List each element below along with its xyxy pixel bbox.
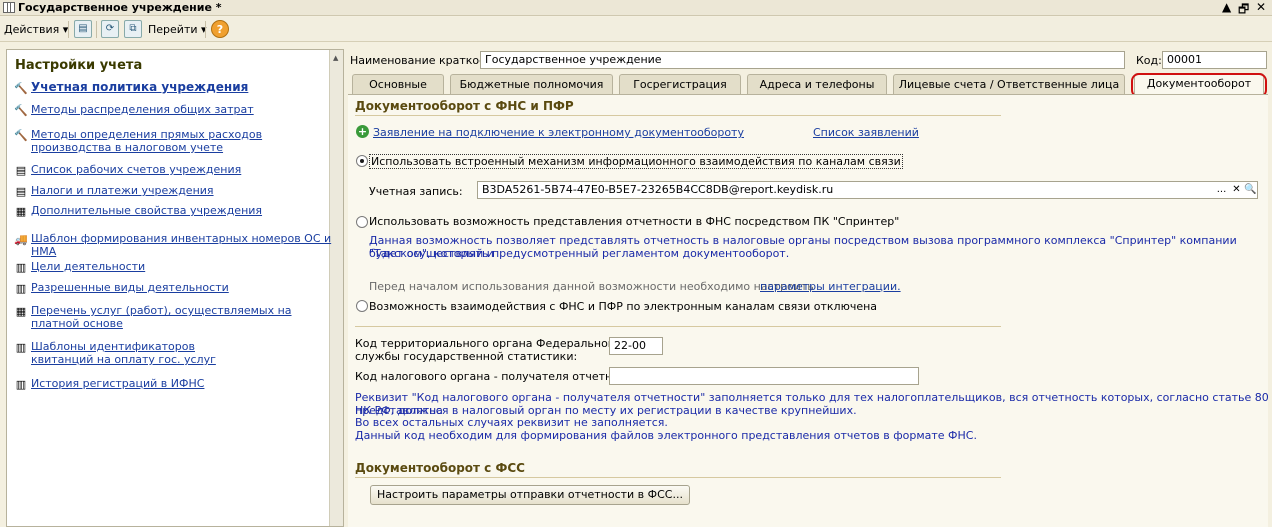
account-field[interactable]: B3DA5261-5B74-47E0-B5E7-23265B4CC8DB@rep… [477, 181, 1258, 199]
tax-code-note: Данный код необходим для формирования фа… [355, 429, 977, 442]
add-icon[interactable]: + [356, 125, 369, 138]
sidebar-scrollbar[interactable]: ▲ [329, 50, 343, 526]
sidebar-item-activities[interactable]: ▥ Разрешенные виды деятельности [13, 281, 229, 295]
applications-list-link[interactable]: Список заявлений [813, 126, 919, 139]
code-field[interactable]: 00001 [1162, 51, 1267, 69]
sidebar-item-goals[interactable]: ▥ Цели деятельности [13, 260, 145, 274]
clear-icon[interactable]: ✕ [1230, 182, 1243, 198]
code-label: Код: [1136, 54, 1162, 67]
copy-icon[interactable]: ⧉ [124, 20, 142, 38]
sidebar-item-inventory-template[interactable]: 🚚 Шаблон формирования инвентарных номеро… [13, 232, 343, 258]
list-icon: ▥ [15, 377, 27, 391]
tools-icon: 🔨 [14, 128, 28, 142]
refresh-icon[interactable]: ⟳ [101, 20, 119, 38]
select-button[interactable]: ... [1215, 182, 1228, 198]
sidebar-item-direct-costs[interactable]: 🔨 Методы определения прямых расходов про… [13, 128, 323, 154]
section-divider [355, 115, 1001, 116]
list-icon: ▥ [15, 340, 27, 354]
integration-link[interactable]: параметры интеграции. [760, 280, 901, 293]
sidebar-title: Настройки учета [15, 58, 143, 73]
sidebar-item-label[interactable]: Учетная политика учреждения [31, 81, 248, 94]
sprinter-description: будет осуществлять предусмотренный регла… [369, 247, 790, 260]
tab-main[interactable]: Основные [352, 74, 444, 94]
tax-code-field[interactable] [609, 367, 919, 385]
settings-sidebar: Настройки учета ▲ 🔨 Учетная политика учр… [6, 49, 344, 527]
help-icon[interactable]: ? [211, 20, 229, 38]
document-icon: ▤ [15, 184, 27, 198]
apply-link[interactable]: Заявление на подключение к электронному … [373, 126, 744, 139]
sidebar-item-ifns-history[interactable]: ▥ История регистраций в ИФНС [13, 377, 205, 391]
tab-addresses[interactable]: Адреса и телефоны [747, 74, 887, 94]
title-bar: Государственное учреждение * ▲ 🗗 ✕ [0, 0, 1272, 16]
territorial-code-field[interactable]: 22-00 [609, 337, 663, 355]
sidebar-item-label[interactable]: Методы распределения общих затрат [31, 103, 254, 116]
sidebar-item-label[interactable]: Список рабочих счетов учреждения [31, 163, 241, 176]
section-divider [355, 477, 1001, 478]
window-title: Государственное учреждение * [18, 1, 222, 14]
territorial-code-label: службы государственной статистики: [355, 350, 578, 363]
document-icon: ▤ [15, 163, 27, 177]
sidebar-item-label[interactable]: Методы определения прямых расходов произ… [31, 128, 323, 154]
option-disabled-label[interactable]: Возможность взаимодействия с ФНС и ПФР п… [369, 300, 877, 313]
account-label: Учетная запись: [369, 185, 463, 198]
sidebar-item-working-accounts[interactable]: ▤ Список рабочих счетов учреждения [13, 163, 241, 177]
sidebar-item-taxes[interactable]: ▤ Налоги и платежи учреждения [13, 184, 214, 198]
goto-menu[interactable]: Перейти ▾ [148, 21, 207, 38]
sidebar-item-properties[interactable]: ▦ Дополнительные свойства учреждения [13, 204, 262, 218]
sidebar-item-label[interactable]: Шаблоны идентификаторов квитанций на опл… [31, 340, 243, 366]
sidebar-item-label[interactable]: Шаблон формирования инвентарных номеров … [31, 232, 343, 258]
list-icon: ▥ [15, 281, 27, 295]
table-icon: ▦ [15, 304, 27, 318]
save-icon[interactable]: ▤ [74, 20, 92, 38]
toolbar-separator [96, 21, 97, 38]
section-title-fns: Документооборот с ФНС и ПФР [355, 99, 574, 113]
option-sprinter-label[interactable]: Использовать возможность представления о… [369, 215, 899, 228]
tab-budget[interactable]: Бюджетные полномочия [450, 74, 613, 94]
sidebar-item-label[interactable]: Дополнительные свойства учреждения [31, 204, 262, 217]
sidebar-item-label[interactable]: История регистраций в ИФНС [31, 377, 204, 390]
tools-icon: 🔨 [14, 103, 28, 117]
tax-code-label: Код налогового органа - получателя отчет… [355, 370, 643, 383]
sidebar-item-label[interactable]: Разрешенные виды деятельности [31, 281, 229, 294]
properties-icon: ▦ [15, 204, 27, 218]
sidebar-item-receipt-templates[interactable]: ▥ Шаблоны идентификаторов квитанций на о… [13, 340, 243, 366]
option-builtin-radio[interactable] [356, 155, 368, 167]
toolbar-separator [68, 21, 69, 38]
sidebar-item-label[interactable]: Налоги и платежи учреждения [31, 184, 214, 197]
sidebar-item-label[interactable]: Цели деятельности [31, 260, 145, 273]
toolbar-separator [205, 21, 206, 38]
integration-note: Перед началом использования данной возмо… [369, 280, 814, 293]
minimize-icon[interactable]: ▲ [1222, 0, 1231, 14]
scroll-up-icon[interactable]: ▲ [333, 54, 338, 62]
sidebar-item-cost-allocation[interactable]: 🔨 Методы распределения общих затрат [13, 103, 254, 117]
name-field[interactable]: Государственное учреждение [480, 51, 1125, 69]
tab-registration[interactable]: Госрегистрация [619, 74, 741, 94]
toolbar: Действия ▾ ▤ ⟳ ⧉ Перейти ▾ ? [0, 17, 1272, 42]
name-label: Наименование краткое: [350, 54, 490, 67]
actions-menu[interactable]: Действия ▾ [4, 21, 68, 38]
truck-icon: 🚚 [14, 232, 28, 246]
option-disabled-radio[interactable] [356, 300, 368, 312]
list-icon: ▥ [15, 260, 27, 274]
sidebar-item-paid-services[interactable]: ▦ Перечень услуг (работ), осуществляемых… [13, 304, 313, 330]
tax-code-note: Во всех остальных случаях реквизит не за… [355, 416, 668, 429]
option-sprinter-radio[interactable] [356, 216, 368, 228]
section-divider [355, 326, 1001, 327]
tools-icon: 🔨 [14, 81, 28, 95]
search-icon[interactable]: 🔍 [1244, 182, 1257, 198]
sidebar-item-accounting-policy[interactable]: 🔨 Учетная политика учреждения [13, 81, 248, 95]
territorial-code-label: Код территориального органа Федеральной [355, 337, 615, 350]
close-icon[interactable]: ✕ [1256, 0, 1266, 14]
section-title-fss: Документооборот с ФСС [355, 461, 525, 475]
fss-settings-button[interactable]: Настроить параметры отправки отчетности … [370, 485, 690, 505]
tab-accounts[interactable]: Лицевые счета / Ответственные лица [893, 74, 1125, 94]
sidebar-item-label[interactable]: Перечень услуг (работ), осуществляемых н… [31, 304, 313, 330]
option-builtin-label[interactable]: Использовать встроенный механизм информа… [369, 154, 903, 169]
window-icon [3, 2, 15, 13]
